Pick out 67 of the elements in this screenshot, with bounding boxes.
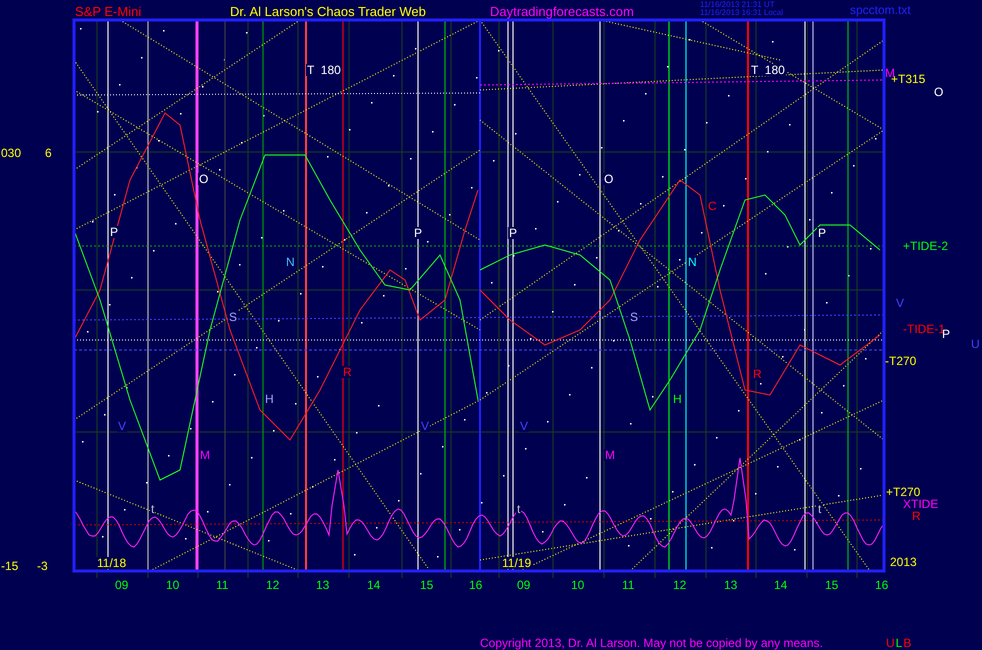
- chart-marker: C: [707, 200, 718, 212]
- hour-label: 15: [420, 579, 434, 591]
- chart-marker: R: [342, 366, 353, 378]
- chart-marker: N: [687, 256, 698, 268]
- hour-label: 09: [115, 579, 128, 591]
- chart-marker: V: [519, 420, 530, 432]
- hour-label: 13: [316, 579, 330, 591]
- line-label: P: [942, 328, 950, 340]
- axis-label: -15: [1, 560, 18, 572]
- line-label: U: [971, 338, 980, 350]
- footer-mark: B: [903, 637, 912, 649]
- hour-label: 14: [367, 579, 380, 591]
- chart-marker: M: [604, 449, 616, 461]
- line-label: -T270: [885, 355, 916, 367]
- chart-marker: P: [508, 227, 518, 239]
- line-label: V: [896, 297, 904, 309]
- line-label: O: [934, 86, 944, 98]
- chart-marker: t: [516, 503, 522, 515]
- chart-marker: t: [150, 503, 156, 515]
- hour-label: 11: [216, 579, 228, 591]
- date-label: 11/18: [96, 557, 128, 569]
- chart-marker: H: [672, 393, 683, 405]
- chart-title: Dr. Al Larson's Chaos Trader Web: [230, 5, 426, 18]
- chart-marker: P: [109, 226, 120, 238]
- hour-label: 10: [571, 579, 584, 591]
- chart-marker: S: [629, 311, 640, 323]
- chart-marker: V: [420, 420, 430, 432]
- chart-marker: O: [603, 173, 614, 185]
- file-name: spcctom.txt: [850, 4, 911, 16]
- line-label: +TIDE-2: [903, 240, 948, 252]
- chart-marker: t: [817, 503, 822, 515]
- axis-label: 6: [45, 147, 52, 159]
- chart-marker: V: [117, 420, 128, 432]
- line-label: +T270: [886, 486, 920, 498]
- date-label: 11/19: [501, 557, 532, 569]
- hour-label: 16: [875, 579, 888, 591]
- chart-marker: T 180: [750, 64, 786, 76]
- axis-label: 030: [1, 147, 22, 159]
- chart-marker: O: [198, 173, 210, 185]
- hour-label: 12: [266, 579, 280, 591]
- line-label: XTIDE: [903, 498, 938, 510]
- chart-marker: N: [285, 256, 296, 268]
- chart-marker: P: [413, 227, 424, 239]
- chart-marker: M: [199, 449, 211, 461]
- hour-label: 15: [825, 579, 838, 591]
- hour-label: 11: [622, 579, 634, 591]
- footer-mark: U: [886, 637, 895, 649]
- symbol-title: S&P E-Mini: [75, 5, 142, 18]
- copyright-text: Copyright 2013, Dr. Al Larson. May not be copied by any means.: [480, 637, 823, 649]
- chart-marker: S: [228, 311, 238, 323]
- hour-label: 14: [774, 579, 788, 591]
- hour-label: 09: [517, 579, 530, 591]
- chart-marker: T 180: [306, 64, 342, 76]
- axis-label: -3: [37, 560, 48, 572]
- chart-marker: P: [817, 227, 828, 239]
- chart-marker: H: [264, 393, 275, 405]
- hour-label: 10: [166, 579, 180, 591]
- footer-mark: L: [896, 637, 902, 649]
- timestamp: 11/16/2013 16:31 Local: [700, 9, 784, 17]
- site-link[interactable]: Daytradingforecasts.com: [490, 5, 634, 18]
- hour-label: 13: [724, 579, 738, 591]
- hour-label: 16: [469, 579, 482, 591]
- line-label: R: [912, 510, 921, 522]
- hour-label: 12: [673, 579, 686, 591]
- chart-marker: R: [752, 368, 763, 380]
- timestamp: 11/16/2013 21:31 UT: [700, 1, 775, 9]
- year-label: 2013: [890, 556, 917, 568]
